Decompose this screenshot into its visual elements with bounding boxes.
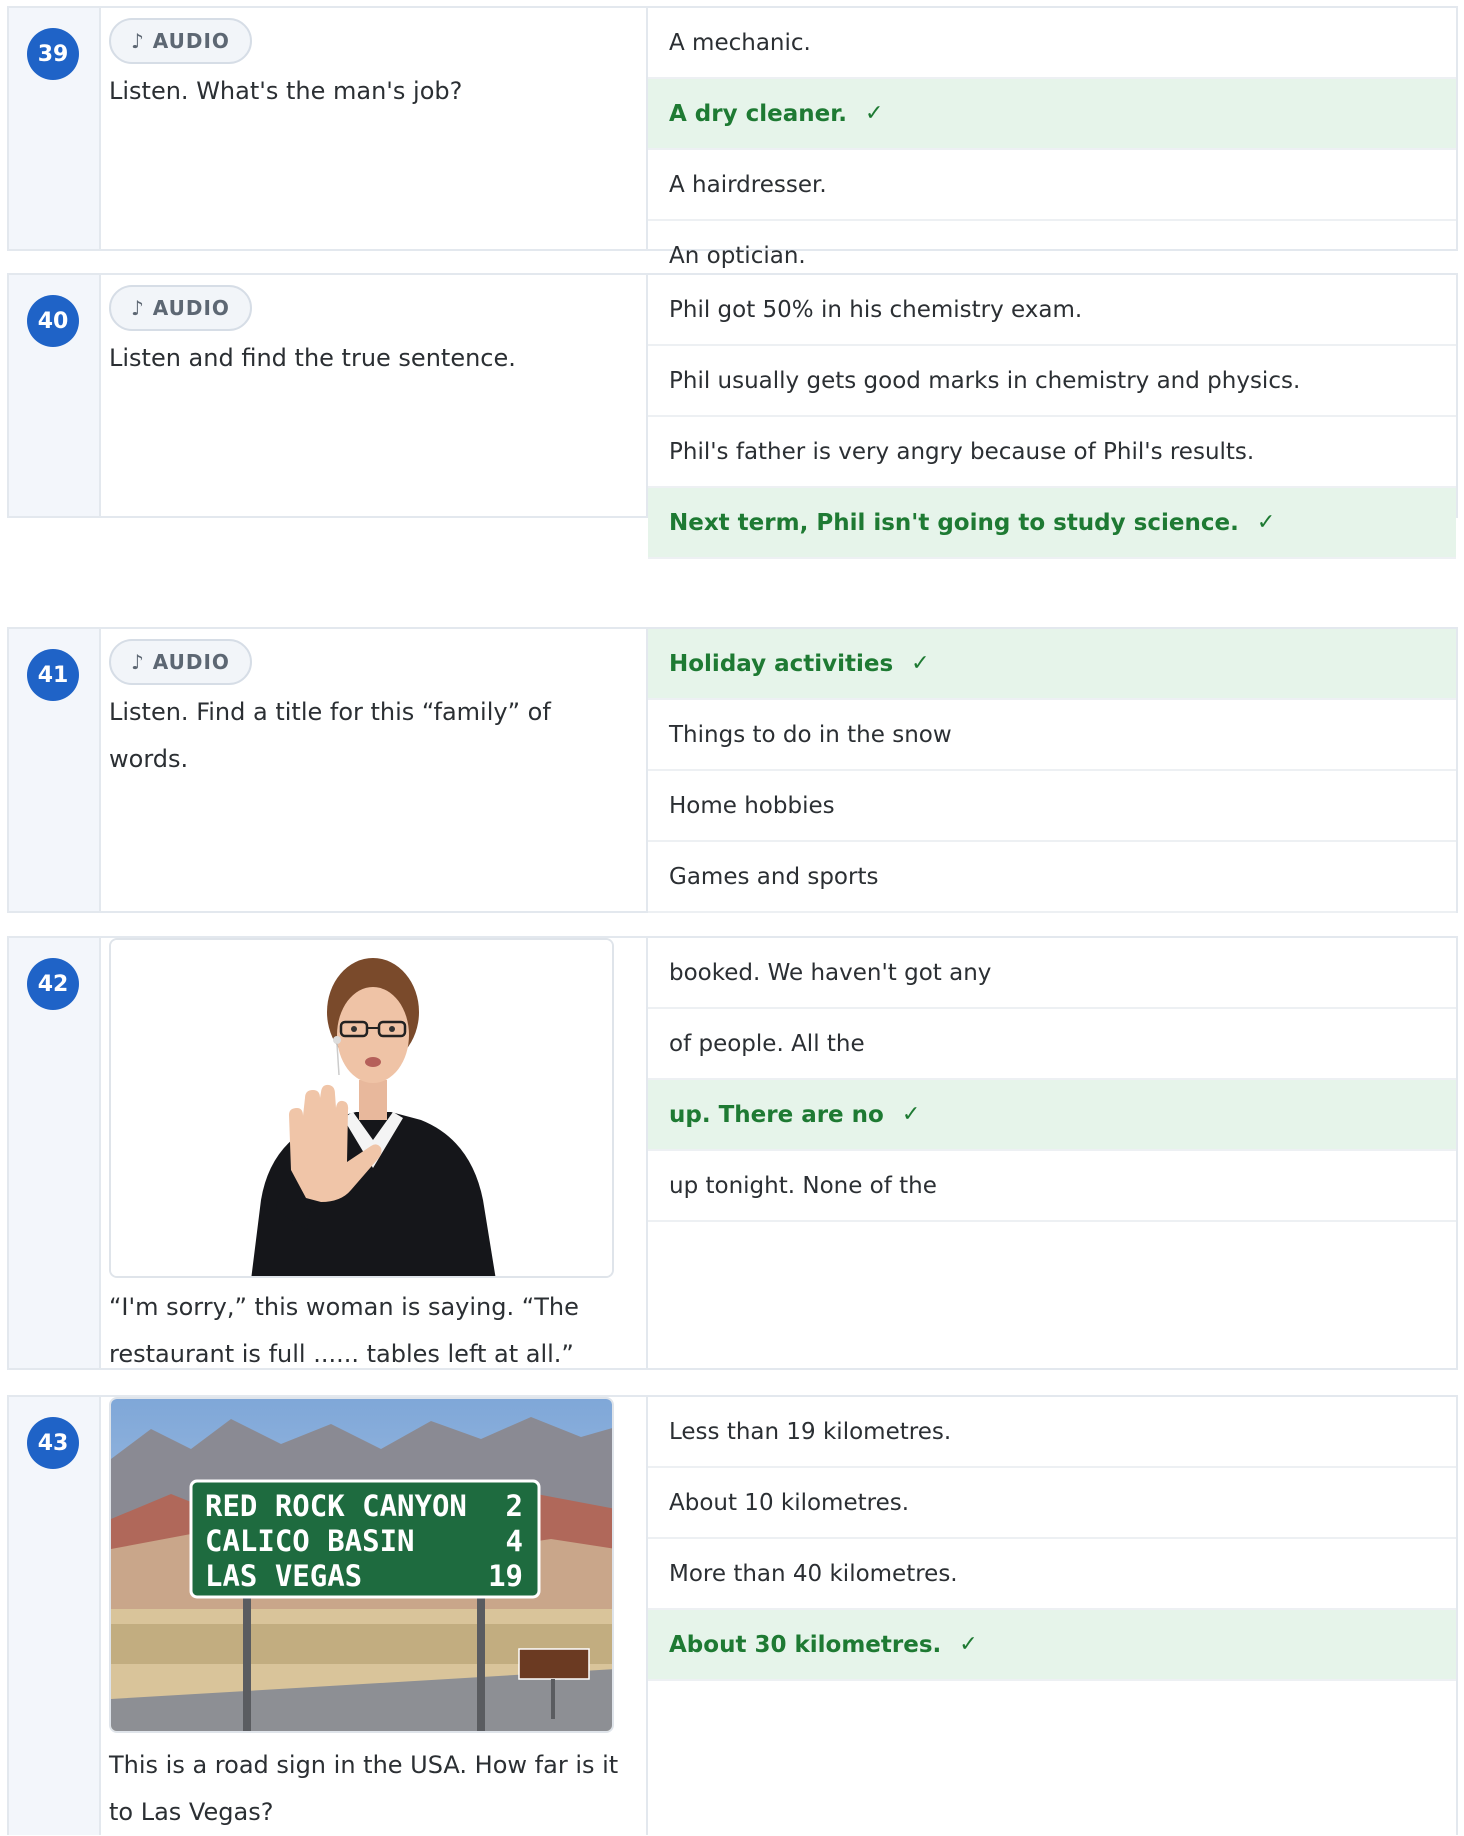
question-card-40: 40 ♪ AUDIO Listen and find the true sent… [7, 273, 1458, 559]
question-number-badge: 39 [27, 28, 79, 80]
number-column: 43 [9, 1397, 101, 1835]
question-card-41: 41 ♪ AUDIO Listen. Find a title for this… [7, 627, 1458, 913]
checkmark-icon: ✓ [865, 101, 884, 126]
sign-line-2-name: CALICO BASIN [205, 1524, 415, 1558]
question-number-badge: 41 [27, 649, 79, 701]
checkmark-icon: ✓ [1256, 510, 1276, 535]
prompt-column: ♪ AUDIO Listen. Find a title for this “f… [101, 629, 648, 911]
answer-option[interactable]: Games and sports [648, 842, 1456, 913]
answer-option[interactable]: More than 40 kilometres. [648, 1539, 1456, 1610]
woman-stop-gesture-image [109, 938, 614, 1278]
prompt-column: “I'm sorry,” this woman is saying. “The … [101, 938, 648, 1368]
answer-option[interactable]: Things to do in the snow [648, 700, 1456, 771]
number-column: 42 [9, 938, 101, 1368]
question-prompt: Listen and find the true sentence. [109, 344, 516, 372]
answer-option[interactable]: A hairdresser. [648, 150, 1456, 221]
question-number-badge: 40 [27, 295, 79, 347]
checkmark-icon: ✓ [911, 651, 930, 676]
answer-option-correct[interactable]: About 30 kilometres. ✓ [648, 1610, 1456, 1681]
audio-label: AUDIO [152, 296, 230, 320]
answer-option-correct[interactable]: Next term, Phil isn't going to study sci… [648, 488, 1456, 559]
answer-options: booked. We haven't got any of people. Al… [648, 938, 1456, 1222]
music-note-icon: ♪ [131, 29, 145, 53]
sign-line-1-distance: 2 [506, 1489, 523, 1523]
answer-option[interactable]: Less than 19 kilometres. [648, 1397, 1456, 1468]
answer-options: Phil got 50% in his chemistry exam. Phil… [648, 275, 1456, 559]
audio-button[interactable]: ♪ AUDIO [109, 639, 252, 685]
question-prompt: Listen. Find a title for this “family” o… [109, 698, 551, 773]
prompt-column: RED ROCK CANYON 2 CALICO BASIN 4 LAS VEG… [101, 1397, 648, 1835]
answer-option-correct[interactable]: Holiday activities ✓ [648, 629, 1456, 700]
music-note-icon: ♪ [131, 296, 145, 320]
number-column: 40 [9, 275, 101, 516]
prompt-column: ♪ AUDIO Listen and find the true sentenc… [101, 275, 648, 516]
answer-option-correct[interactable]: A dry cleaner. ✓ [648, 79, 1456, 150]
answer-options: Less than 19 kilometres. About 10 kilome… [648, 1397, 1456, 1681]
answer-option[interactable]: Phil's father is very angry because of P… [648, 417, 1456, 488]
audio-label: AUDIO [152, 29, 230, 53]
answer-option[interactable]: Phil got 50% in his chemistry exam. [648, 275, 1456, 346]
answer-option[interactable]: of people. All the [648, 1009, 1456, 1080]
audio-button[interactable]: ♪ AUDIO [109, 285, 252, 331]
question-prompt: “I'm sorry,” this woman is saying. “The … [109, 1293, 579, 1368]
answer-option-correct[interactable]: up. There are no ✓ [648, 1080, 1456, 1151]
answer-option[interactable]: A mechanic. [648, 8, 1456, 79]
sign-line-3-name: LAS VEGAS [205, 1559, 362, 1593]
answer-option[interactable]: up tonight. None of the [648, 1151, 1456, 1222]
audio-label: AUDIO [152, 650, 230, 674]
music-note-icon: ♪ [131, 650, 145, 674]
number-column: 39 [9, 8, 101, 249]
prompt-column: ♪ AUDIO Listen. What's the man's job? [101, 8, 648, 249]
answer-option[interactable]: Phil usually gets good marks in chemistr… [648, 346, 1456, 417]
answer-option[interactable]: Home hobbies [648, 771, 1456, 842]
question-prompt: This is a road sign in the USA. How far … [109, 1751, 619, 1826]
sign-line-3-distance: 19 [488, 1559, 523, 1593]
answer-option[interactable]: About 10 kilometres. [648, 1468, 1456, 1539]
audio-button[interactable]: ♪ AUDIO [109, 18, 252, 64]
question-card-43: 43 RED ROCK CANYON 2 CALICO BASIN 4 LAS … [7, 1395, 1458, 1835]
road-sign-photo: RED ROCK CANYON 2 CALICO BASIN 4 LAS VEG… [109, 1397, 614, 1733]
answer-option[interactable]: booked. We haven't got any [648, 938, 1456, 1009]
sign-line-1-name: RED ROCK CANYON [205, 1489, 467, 1523]
checkmark-icon: ✓ [959, 1632, 978, 1657]
sign-line-2-distance: 4 [506, 1524, 523, 1558]
question-number-badge: 43 [27, 1417, 79, 1469]
number-column: 41 [9, 629, 101, 911]
checkmark-icon: ✓ [901, 1102, 921, 1127]
question-card-42: 42 “I'm sorry,” this woman is saying. “T… [7, 936, 1458, 1370]
question-prompt: Listen. What's the man's job? [109, 77, 463, 105]
answer-options: Holiday activities ✓ Things to do in the … [648, 629, 1456, 913]
question-number-badge: 42 [27, 958, 79, 1010]
answer-options: A mechanic. A dry cleaner. ✓ A hairdresse… [648, 8, 1456, 292]
question-card-39: 39 ♪ AUDIO Listen. What's the man's job?… [7, 6, 1458, 292]
